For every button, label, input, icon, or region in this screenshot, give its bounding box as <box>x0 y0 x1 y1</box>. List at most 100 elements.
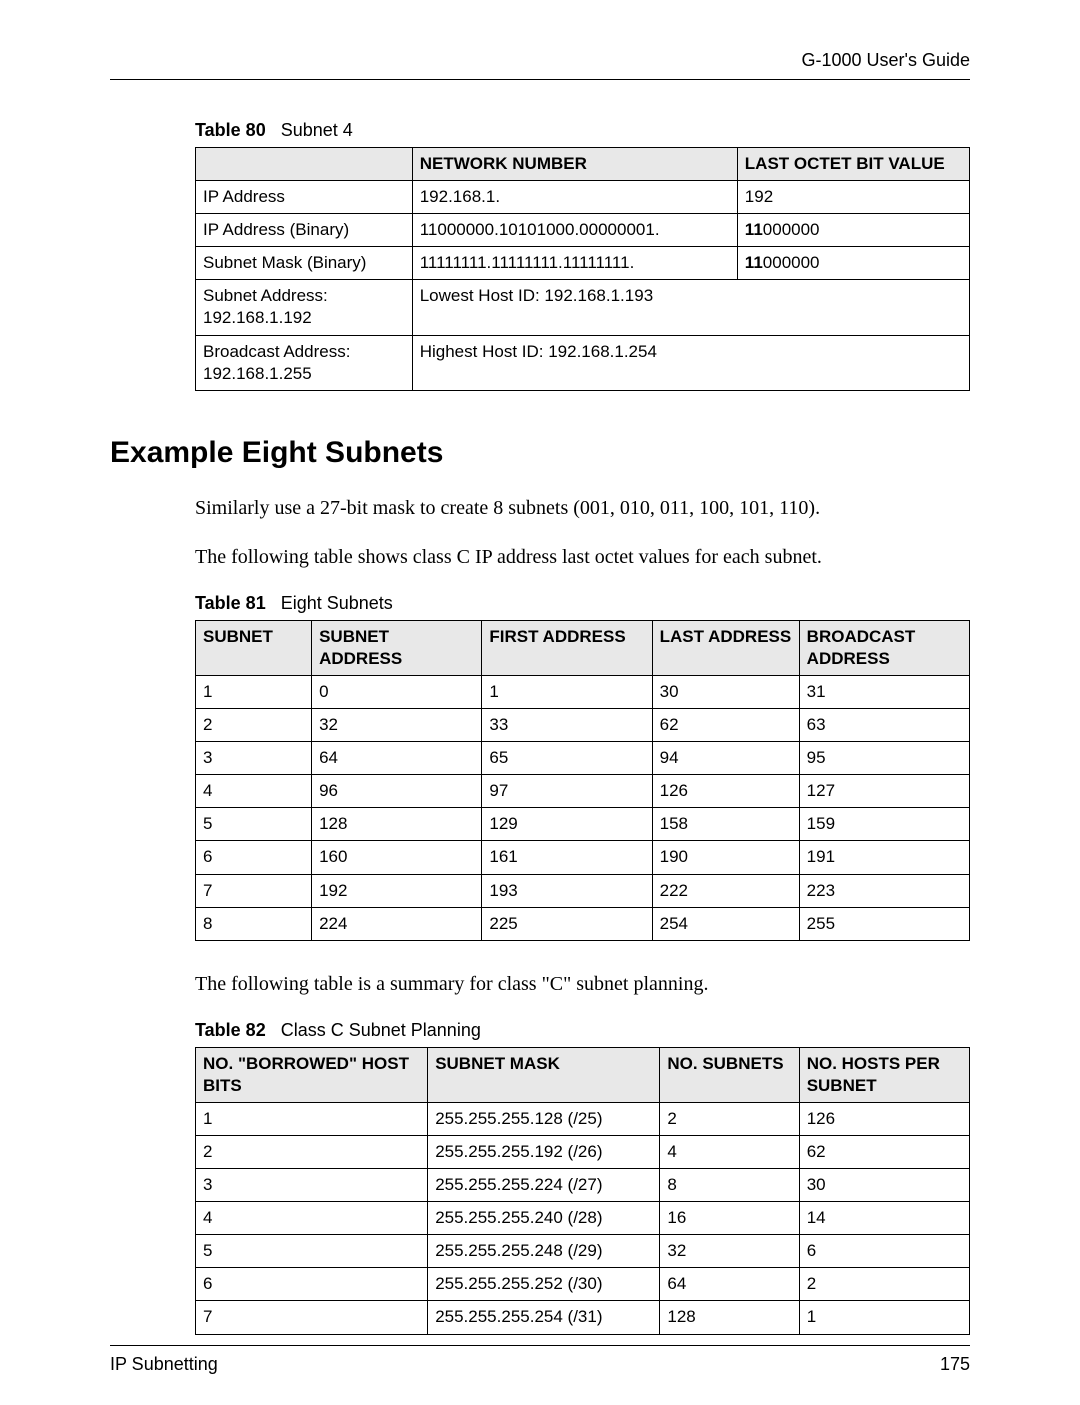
table-row: Subnet Address:192.168.1.192 Lowest Host… <box>196 280 970 335</box>
table-row: 5128129158159 <box>196 808 970 841</box>
table82-caption: Table 82 Class C Subnet Planning <box>195 1020 970 1041</box>
table80-h2: NETWORK NUMBER <box>412 148 737 181</box>
cell: 225 <box>482 907 652 940</box>
cell: 5 <box>196 808 312 841</box>
cell: 126 <box>799 1102 969 1135</box>
footer-row: IP Subnetting 175 <box>110 1354 970 1375</box>
table-row: 7255.255.255.254 (/31)1281 <box>196 1301 970 1334</box>
cell: 222 <box>652 874 799 907</box>
cell: 159 <box>799 808 969 841</box>
content-block-2: Similarly use a 27-bit mask to create 8 … <box>195 495 970 1335</box>
paragraph-1: Similarly use a 27-bit mask to create 8 … <box>195 495 970 522</box>
cell: 1 <box>799 1301 969 1334</box>
cell: 255.255.255.252 (/30) <box>428 1268 660 1301</box>
cell: 2 <box>196 1135 428 1168</box>
table-row: 2255.255.255.192 (/26)462 <box>196 1135 970 1168</box>
cell: 62 <box>652 709 799 742</box>
cell: 64 <box>660 1268 799 1301</box>
cell: 193 <box>482 874 652 907</box>
cell: 224 <box>312 907 482 940</box>
cell: 30 <box>652 675 799 708</box>
cell: 191 <box>799 841 969 874</box>
table-row: IP Address 192.168.1. 192 <box>196 181 970 214</box>
cell: 32 <box>312 709 482 742</box>
cell: 6 <box>196 1268 428 1301</box>
footer-left: IP Subnetting <box>110 1354 218 1375</box>
cell: 128 <box>660 1301 799 1334</box>
cell: Subnet Address:192.168.1.192 <box>196 280 413 335</box>
table80-caption-text: Subnet 4 <box>281 120 353 140</box>
cell: 255.255.255.192 (/26) <box>428 1135 660 1168</box>
table82-h1: NO. "BORROWED" HOST BITS <box>196 1047 428 1102</box>
cell: 65 <box>482 742 652 775</box>
table-row: 232336263 <box>196 709 970 742</box>
cell: 31 <box>799 675 969 708</box>
table81-caption: Table 81 Eight Subnets <box>195 593 970 614</box>
cell: 14 <box>799 1202 969 1235</box>
cell: 6 <box>196 841 312 874</box>
cell: 32 <box>660 1235 799 1268</box>
cell: Highest Host ID: 192.168.1.254 <box>412 335 969 390</box>
paragraph-2: The following table shows class C IP add… <box>195 544 970 571</box>
cell: 190 <box>652 841 799 874</box>
table-row: 364659495 <box>196 742 970 775</box>
cell: 62 <box>799 1135 969 1168</box>
table-row: IP Address (Binary) 11000000.10101000.00… <box>196 214 970 247</box>
footer-right: 175 <box>940 1354 970 1375</box>
table-header-row: NO. "BORROWED" HOST BITS SUBNET MASK NO.… <box>196 1047 970 1102</box>
cell: 5 <box>196 1235 428 1268</box>
section-heading: Example Eight Subnets <box>110 436 970 470</box>
table-row: Subnet Mask (Binary) 11111111.11111111.1… <box>196 247 970 280</box>
cell: 63 <box>799 709 969 742</box>
cell: 255 <box>799 907 969 940</box>
cell: 192 <box>737 181 969 214</box>
cell: Subnet Mask (Binary) <box>196 247 413 280</box>
table80-caption-label: Table 80 <box>195 120 266 140</box>
table81-h4: LAST ADDRESS <box>652 620 799 675</box>
cell: 0 <box>312 675 482 708</box>
cell: 160 <box>312 841 482 874</box>
cell-line1: Broadcast Address: <box>203 342 350 361</box>
table80: NETWORK NUMBER LAST OCTET BIT VALUE IP A… <box>195 147 970 391</box>
table80-h1 <box>196 148 413 181</box>
cell: 4 <box>196 1202 428 1235</box>
cell: 129 <box>482 808 652 841</box>
cell: 6 <box>799 1235 969 1268</box>
cell: 3 <box>196 742 312 775</box>
table-row: 1255.255.255.128 (/25)2126 <box>196 1102 970 1135</box>
table81-h5: BROADCAST ADDRESS <box>799 620 969 675</box>
cell: 96 <box>312 775 482 808</box>
cell: 192 <box>312 874 482 907</box>
cell: IP Address <box>196 181 413 214</box>
table-row: 1013031 <box>196 675 970 708</box>
cell: 255.255.255.248 (/29) <box>428 1235 660 1268</box>
cell: 11111111.11111111.11111111. <box>412 247 737 280</box>
page: G-1000 User's Guide Table 80 Subnet 4 NE… <box>0 0 1080 1405</box>
cell: 94 <box>652 742 799 775</box>
cell: 11000000.10101000.00000001. <box>412 214 737 247</box>
cell: 30 <box>799 1169 969 1202</box>
table-row: Broadcast Address:192.168.1.255 Highest … <box>196 335 970 390</box>
cell: 126 <box>652 775 799 808</box>
table-row: 8224225254255 <box>196 907 970 940</box>
cell: 95 <box>799 742 969 775</box>
table82-caption-label: Table 82 <box>195 1020 266 1040</box>
cell: 11000000 <box>737 247 969 280</box>
table-header-row: NETWORK NUMBER LAST OCTET BIT VALUE <box>196 148 970 181</box>
cell: 33 <box>482 709 652 742</box>
table82-h2: SUBNET MASK <box>428 1047 660 1102</box>
bin-bold: 11 <box>745 220 763 239</box>
cell-line2: 192.168.1.192 <box>203 308 312 327</box>
cell: IP Address (Binary) <box>196 214 413 247</box>
cell: 1 <box>196 675 312 708</box>
cell: 1 <box>482 675 652 708</box>
header-doc-title: G-1000 User's Guide <box>110 50 970 71</box>
footer: IP Subnetting 175 <box>110 1345 970 1375</box>
cell: 2 <box>799 1268 969 1301</box>
bin-rest: 000000 <box>763 253 820 272</box>
cell: 16 <box>660 1202 799 1235</box>
table-row: 7192193222223 <box>196 874 970 907</box>
cell: Lowest Host ID: 192.168.1.193 <box>412 280 969 335</box>
table81-h2: SUBNET ADDRESS <box>312 620 482 675</box>
cell: 7 <box>196 1301 428 1334</box>
